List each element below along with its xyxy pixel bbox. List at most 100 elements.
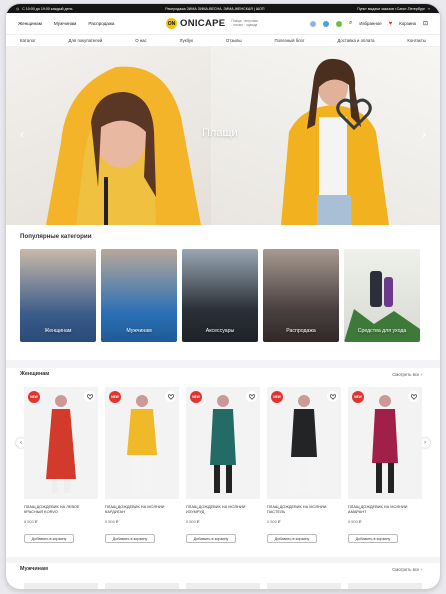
hero-prev-arrow[interactable]: ‹ bbox=[20, 127, 24, 141]
product-card[interactable]: NEW Плащ дождевик на молнии изумруд 0 50… bbox=[186, 387, 260, 543]
category-menu: Каталог Для покупателей О нас Лукбук Отз… bbox=[6, 35, 440, 47]
top-info-bar: ◷ С 10:00 до 19:00 каждый день Распродажа… bbox=[6, 4, 440, 13]
category-label: Средства для ухода bbox=[357, 328, 407, 334]
favorite-heart-icon[interactable] bbox=[336, 97, 372, 131]
add-to-cart-button[interactable]: Добавить в корзину bbox=[105, 534, 155, 543]
product-price: 0 500 ₽ bbox=[186, 519, 200, 524]
product-card[interactable] bbox=[186, 583, 260, 589]
logo-name: ONICAPE bbox=[180, 18, 226, 29]
menu-blog[interactable]: Полезный блог bbox=[275, 38, 305, 43]
product-name[interactable]: Плащ дождевик на левое красный KORVO bbox=[24, 504, 98, 516]
nav-sale[interactable]: Распродажа bbox=[88, 21, 114, 26]
hero-image-left bbox=[6, 47, 211, 225]
product-card[interactable] bbox=[24, 583, 98, 589]
section-divider bbox=[6, 557, 440, 563]
new-badge: NEW bbox=[271, 391, 283, 403]
telegram-icon[interactable] bbox=[323, 20, 330, 27]
product-price: 0 500 ₽ bbox=[267, 519, 281, 524]
logo-mark: ON bbox=[166, 18, 177, 29]
product-card[interactable]: NEW Плащ дождевик на левое красный KORVO… bbox=[24, 387, 98, 543]
product-name[interactable]: Плащ дождевик на молнии пастель bbox=[267, 504, 341, 516]
main-header: Женщинам Мужчинам Распродажа ON ONICAPE … bbox=[6, 13, 440, 35]
site-logo[interactable]: ON ONICAPE Плащи · ветровки · пальто · о… bbox=[166, 18, 259, 29]
category-label: Мужчинам bbox=[126, 328, 152, 334]
product-price: 0 500 ₽ bbox=[348, 519, 362, 524]
men-title: Мужчинам bbox=[20, 566, 48, 572]
product-name[interactable]: Плащ дождевик на молнии Кардиган bbox=[105, 504, 179, 516]
whatsapp-icon[interactable] bbox=[336, 20, 343, 27]
menu-contacts[interactable]: Контакты bbox=[407, 38, 426, 43]
add-to-cart-button[interactable]: Добавить в корзину bbox=[348, 534, 398, 543]
add-to-cart-button[interactable]: Добавить в корзину bbox=[24, 534, 74, 543]
men-products-preview bbox=[24, 583, 422, 589]
product-card[interactable] bbox=[267, 583, 341, 589]
new-badge: NEW bbox=[28, 391, 40, 403]
heart-icon[interactable] bbox=[408, 391, 419, 402]
product-image: NEW bbox=[348, 387, 422, 499]
nav-women[interactable]: Женщинам bbox=[18, 21, 42, 26]
clock-icon: ◷ bbox=[16, 6, 20, 11]
women-title: Женщинам bbox=[20, 371, 50, 377]
favorites-heart-icon: ♥ bbox=[388, 20, 393, 27]
cart-icon[interactable]: ⊡ bbox=[423, 20, 428, 27]
product-image: NEW bbox=[267, 387, 341, 499]
add-to-cart-button[interactable]: Добавить в корзину bbox=[267, 534, 317, 543]
product-card[interactable]: NEW Плащ дождевик на молнии амарант 0 50… bbox=[348, 387, 422, 543]
vk-icon[interactable] bbox=[310, 20, 317, 27]
product-card[interactable] bbox=[348, 583, 422, 589]
header-actions: ⌕ Избранное ♥ Корзина ⊡ bbox=[310, 20, 428, 27]
women-see-all[interactable]: Смотреть все › bbox=[392, 372, 422, 377]
menu-delivery[interactable]: Доставка и оплата bbox=[337, 38, 374, 43]
heart-icon[interactable] bbox=[165, 391, 176, 402]
women-products: NEW Плащ дождевик на левое красный KORVO… bbox=[24, 387, 422, 543]
product-card[interactable]: NEW Плащ дождевик на молнии Кардиган 0 5… bbox=[105, 387, 179, 543]
search-icon[interactable]: ⌕ bbox=[349, 20, 352, 27]
category-women[interactable]: Женщинам bbox=[20, 249, 96, 342]
product-card[interactable] bbox=[105, 583, 179, 589]
popular-title: Популярные категории bbox=[20, 233, 92, 240]
men-see-all[interactable]: Смотреть все › bbox=[392, 567, 422, 572]
heart-icon[interactable] bbox=[327, 391, 338, 402]
heart-icon[interactable] bbox=[84, 391, 95, 402]
category-accessories[interactable]: Аксессуары bbox=[182, 249, 258, 342]
logo-tagline: Плащи · ветровки · пальто · одежда bbox=[231, 18, 258, 27]
hero-slider[interactable]: ‹ › Плащи bbox=[6, 47, 440, 225]
menu-catalog[interactable]: Каталог bbox=[20, 38, 36, 43]
topbar-pickup[interactable]: Пункт выдачи заказов г.Санкт-Петербург bbox=[357, 7, 425, 11]
menu-reviews[interactable]: Отзывы bbox=[226, 38, 242, 43]
favorites-link[interactable]: Избранное bbox=[359, 21, 381, 26]
product-image: NEW bbox=[24, 387, 98, 499]
product-image: NEW bbox=[105, 387, 179, 499]
category-grid: Женщинам Мужчинам Аксессуары Распродажа … bbox=[20, 249, 420, 342]
cart-link[interactable]: Корзина bbox=[399, 21, 416, 26]
new-badge: NEW bbox=[190, 391, 202, 403]
product-name[interactable]: Плащ дождевик на молнии изумруд bbox=[186, 504, 260, 516]
category-label: Аксессуары bbox=[205, 328, 235, 334]
heart-icon[interactable] bbox=[246, 391, 257, 402]
women-section-header: Женщинам Смотреть все › bbox=[20, 371, 422, 377]
product-image: NEW bbox=[186, 387, 260, 499]
menu-buyers[interactable]: Для покупателей bbox=[69, 38, 103, 43]
add-to-cart-button[interactable]: Добавить в корзину bbox=[186, 534, 236, 543]
men-section-header: Мужчинам Смотреть все › bbox=[20, 566, 422, 572]
product-card[interactable]: NEW Плащ дождевик на молнии пастель 0 50… bbox=[267, 387, 341, 543]
header-nav: Женщинам Мужчинам Распродажа bbox=[18, 21, 148, 26]
category-sale[interactable]: Распродажа bbox=[263, 249, 339, 342]
topbar-hours: С 10:00 до 19:00 каждый день bbox=[22, 6, 73, 11]
section-divider bbox=[6, 360, 440, 368]
category-label: Распродажа bbox=[286, 328, 316, 334]
new-badge: NEW bbox=[352, 391, 364, 403]
category-men[interactable]: Мужчинам bbox=[101, 249, 177, 342]
hero-title: Плащи bbox=[202, 127, 238, 139]
menu-about[interactable]: О нас bbox=[135, 38, 146, 43]
product-name[interactable]: Плащ дождевик на молнии амарант bbox=[348, 504, 422, 516]
new-badge: NEW bbox=[109, 391, 121, 403]
nav-men[interactable]: Мужчинам bbox=[54, 21, 76, 26]
hero-image-right bbox=[211, 47, 440, 225]
menu-lookbook[interactable]: Лукбук bbox=[180, 38, 193, 43]
product-price: 0 500 ₽ bbox=[105, 519, 119, 524]
category-care[interactable]: Средства для ухода bbox=[344, 249, 420, 342]
hero-next-arrow[interactable]: › bbox=[422, 127, 426, 141]
product-price: 0 500 ₽ bbox=[24, 519, 38, 524]
topbar-promo[interactable]: Распродажа ЗИМА ЗИМА-ВЕСНА. ЗИМА-ЖЕНСКАЯ… bbox=[165, 7, 264, 11]
